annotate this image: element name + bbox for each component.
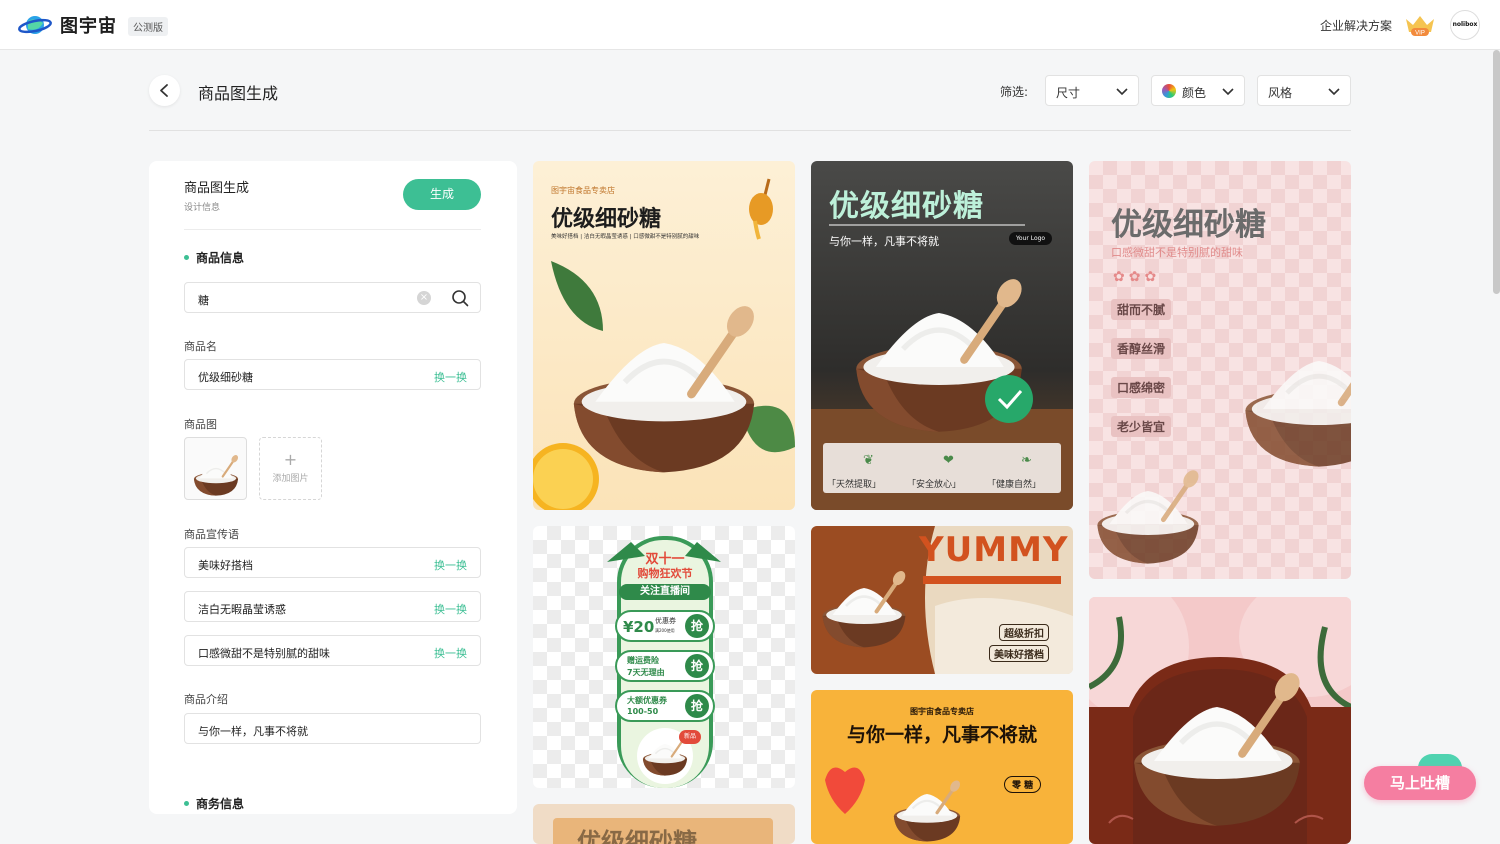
- top-bar: 图宇宙 公测版 企业解决方案 VIP nolibox: [0, 0, 1500, 50]
- heart-hands-icon: ❤: [943, 453, 954, 468]
- big-coupon-card: 大额优惠券 100-50 抢: [615, 690, 715, 722]
- result-card-5[interactable]: YUMMY 超级折扣 美味好搭档: [811, 526, 1073, 674]
- page-scrollbar[interactable]: [1493, 50, 1500, 294]
- result-card-8[interactable]: [1089, 597, 1351, 844]
- slogan-label: 商品宣传语: [184, 528, 239, 541]
- planet-logo-icon[interactable]: [18, 12, 52, 38]
- chevron-down-icon: [1328, 88, 1340, 96]
- slogan-value: 洁白无暇晶莹诱惑: [198, 603, 286, 616]
- intro-field[interactable]: 与你一样，凡事不将就: [184, 713, 481, 744]
- card-artwork: [1089, 161, 1351, 579]
- sugar-bowl-image: [192, 452, 241, 497]
- color-filter-dropdown[interactable]: 颜色: [1151, 75, 1245, 106]
- card-artwork: [533, 178, 795, 510]
- result-card-6[interactable]: 图宇宙食品专卖店 与你一样，凡事不将就 零 糖: [811, 690, 1073, 844]
- panel-divider: [184, 229, 481, 230]
- chevron-down-icon: [1222, 88, 1234, 96]
- section-product-info: 商品信息: [184, 249, 244, 266]
- product-image-thumbnail[interactable]: [184, 437, 247, 500]
- result-card-7[interactable]: 优级细砂糖: [533, 804, 795, 844]
- header-divider: [149, 130, 1351, 131]
- panel-title: 商品图生成: [184, 181, 250, 196]
- section-business-info: 商务信息: [184, 795, 244, 812]
- chevron-left-icon: [160, 84, 168, 97]
- result-card-2[interactable]: 优级细砂糖 与你一样，凡事不将就 Your Logo ❦ ❤ ❧ 「天然提取」 …: [811, 161, 1073, 510]
- clear-icon[interactable]: ×: [417, 291, 431, 305]
- back-button[interactable]: [149, 75, 180, 106]
- leaf-icon: ❧: [1021, 453, 1032, 468]
- vip-crown-icon[interactable]: VIP: [1404, 13, 1436, 37]
- slogan-field-3[interactable]: 口感微甜不是特别腻的甜味 换一换: [184, 635, 481, 666]
- panel-subtitle: 设计信息: [184, 203, 221, 213]
- color-wheel-icon: [1162, 84, 1176, 98]
- feature-2: 「安全放心」: [907, 480, 962, 490]
- swap-button[interactable]: 换一换: [434, 645, 467, 661]
- feature-1: 「天然提取」: [827, 480, 882, 490]
- vip-label: VIP: [1415, 31, 1425, 37]
- product-name-field[interactable]: 优级细砂糖 换一换: [184, 359, 481, 390]
- shipping-card: 赠运费险 7天无理由 抢: [615, 650, 715, 682]
- add-image-button[interactable]: + 添加图片: [259, 437, 322, 500]
- feature-3: 「健康自然」: [987, 480, 1042, 490]
- search-icon[interactable]: [451, 289, 469, 307]
- banner-line-2: 购物狂欢节: [637, 567, 693, 580]
- grab-badge: 抢: [685, 654, 709, 678]
- style-filter-label: 风格: [1268, 86, 1293, 100]
- size-filter-label: 尺寸: [1056, 86, 1081, 100]
- swap-button[interactable]: 换一换: [434, 557, 467, 573]
- swap-button[interactable]: 换一换: [434, 601, 467, 617]
- grab-badge: 抢: [685, 694, 709, 718]
- coupon-name: 优惠券: [655, 617, 676, 625]
- coupon-card: ¥20 优惠券 满200使用 抢: [615, 610, 715, 642]
- coupon-value: ¥20: [623, 618, 655, 636]
- leaf-icon: ❦: [863, 453, 874, 468]
- design-info-panel: 商品图生成 设计信息 生成 商品信息 糖 × 商品名 优级细砂糖 换一换 商品图…: [149, 161, 517, 814]
- result-card-3[interactable]: 优级细砂糖 口感微甜不是特别腻的甜味 ✿✿✿ 甜而不腻 香醇丝滑 口感绵密 老少…: [1089, 161, 1351, 579]
- live-banner: 关注直播间: [619, 584, 711, 600]
- color-filter-label: 颜色: [1182, 86, 1207, 100]
- product-name-label: 商品名: [184, 340, 217, 353]
- page-title: 商品图生成: [198, 84, 279, 103]
- tag-super-discount: 超级折扣: [999, 624, 1049, 641]
- generate-button[interactable]: 生成: [403, 179, 481, 210]
- user-avatar[interactable]: nolibox: [1450, 10, 1480, 40]
- new-badge: 新品: [679, 730, 701, 744]
- slogan-value: 美味好搭档: [198, 559, 253, 572]
- grab-badge: 抢: [685, 614, 709, 638]
- beta-badge: 公测版: [128, 17, 168, 36]
- size-filter-dropdown[interactable]: 尺寸: [1045, 75, 1139, 106]
- result-card-4[interactable]: 双十一 购物狂欢节 关注直播间 ¥20 优惠券 满200使用 抢 赠运费险 7天…: [533, 526, 795, 788]
- chevron-down-icon: [1116, 88, 1128, 96]
- add-image-label: 添加图片: [272, 474, 309, 484]
- brand-name[interactable]: 图宇宙: [60, 12, 117, 38]
- intro-label: 商品介绍: [184, 693, 228, 706]
- plus-icon: +: [283, 450, 298, 469]
- swap-button[interactable]: 换一换: [434, 369, 467, 385]
- feature-bar: ❦ ❤ ❧ 「天然提取」 「安全放心」 「健康自然」: [823, 443, 1061, 493]
- card-artwork: [1089, 597, 1351, 844]
- big-coupon-line-1: 大额优惠券: [627, 696, 667, 705]
- coupon-condition: 满200使用: [655, 628, 675, 633]
- filter-label: 筛选:: [1000, 85, 1029, 99]
- shipping-line-2: 7天无理由: [627, 668, 665, 677]
- feedback-button[interactable]: 马上吐槽: [1364, 766, 1476, 800]
- slogan-field-2[interactable]: 洁白无暇晶莹诱惑 换一换: [184, 591, 481, 622]
- search-value: 糖: [198, 294, 209, 307]
- intro-value: 与你一样，凡事不将就: [198, 725, 308, 738]
- product-search-input[interactable]: 糖 ×: [184, 282, 481, 313]
- slogan-field-1[interactable]: 美味好搭档 换一换: [184, 547, 481, 578]
- shipping-line-1: 赠运费险: [627, 656, 659, 665]
- card-title: 优级细砂糖: [577, 828, 697, 844]
- card-artwork: [825, 767, 964, 844]
- slogan-value: 口感微甜不是特别腻的甜味: [198, 647, 330, 660]
- tag-good-partner: 美味好搭档: [989, 645, 1049, 662]
- card-title: YUMMY: [919, 530, 1069, 570]
- product-image-label: 商品图: [184, 418, 217, 431]
- style-filter-dropdown[interactable]: 风格: [1257, 75, 1351, 106]
- result-card-1[interactable]: 图宇宙食品专卖店 优级细砂糖 美味好搭档 | 洁白无暇晶莹诱惑 | 口感微甜不是…: [533, 161, 795, 510]
- big-coupon-line-2: 100-50: [627, 707, 659, 716]
- enterprise-solutions-link[interactable]: 企业解决方案: [1320, 17, 1392, 34]
- product-name-value: 优级细砂糖: [198, 371, 253, 384]
